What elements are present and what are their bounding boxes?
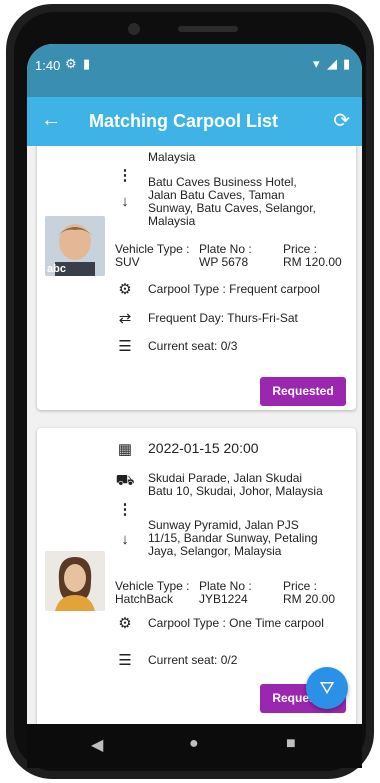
trip-datetime: 2022-01-15 20:00 <box>148 440 259 456</box>
nav-home-icon[interactable]: ● <box>189 735 199 753</box>
battery-icon: ▮ <box>343 56 351 71</box>
repeat-icon: ⇄ <box>118 310 132 327</box>
carpool-card[interactable]: Malaysia ⋮ ↓ Batu Caves Business Hotel, … <box>37 146 356 410</box>
seat-list-icon: ☰ <box>118 652 132 669</box>
driver-avatar: abc <box>45 216 105 276</box>
signal-icon: ◢ <box>327 56 337 71</box>
carpool-type: Carpool Type : One Time carpool <box>148 616 324 630</box>
screen: 1:40 ⚙ ▮ ▾ ◢ ▮ ← Matching Carpool List ⟳… <box>27 44 362 724</box>
driver-avatar <box>45 551 105 611</box>
vehicle-type-value: HatchBack <box>115 592 174 606</box>
svg-text:abc: abc <box>47 263 66 275</box>
page-title: Matching Carpool List <box>89 111 278 131</box>
dots-vertical-icon: ⋮ <box>117 501 133 518</box>
earpiece-speaker <box>178 26 238 32</box>
filter-fab[interactable]: ⛛ <box>306 667 348 709</box>
dots-vertical-icon: ⋮ <box>117 167 133 184</box>
pickup-address: Malaysia <box>148 150 196 164</box>
bus-icon: ⛟ <box>115 472 135 489</box>
app-bar: ← Matching Carpool List ⟳ <box>27 97 362 146</box>
sd-card-icon: ▮ <box>83 56 91 71</box>
calendar-icon: ▦ <box>117 441 133 458</box>
pickup-address: Skudai Parade, Jalan Skudai Batu 10, Sku… <box>148 471 323 498</box>
front-camera <box>128 23 140 35</box>
arrow-down-icon: ↓ <box>121 193 129 210</box>
filter-icon: ⛛ <box>319 678 335 698</box>
price-value: RM 120.00 <box>283 255 342 269</box>
seat-list-icon: ☰ <box>118 338 132 355</box>
current-seat: Current seat: 0/2 <box>148 653 238 667</box>
refresh-icon[interactable]: ⟳ <box>333 108 350 133</box>
carpool-list[interactable]: Malaysia ⋮ ↓ Batu Caves Business Hotel, … <box>27 146 362 724</box>
gear-icon: ⚙ <box>118 615 132 632</box>
settings-status-icon: ⚙ <box>65 56 77 71</box>
plate-value: JYB1224 <box>199 592 248 606</box>
plate-value: WP 5678 <box>199 255 249 269</box>
dropoff-address: Sunway Pyramid, Jalan PJS 11/15, Bandar … <box>148 518 318 558</box>
price-value: RM 20.00 <box>283 592 336 606</box>
android-nav-bar: ◀ ● ■ <box>27 724 362 768</box>
dropoff-address: Batu Caves Business Hotel, Jalan Batu Ca… <box>148 175 316 228</box>
requested-button[interactable]: Requested <box>260 377 346 406</box>
wifi-icon: ▾ <box>313 56 320 71</box>
arrow-down-icon: ↓ <box>121 531 129 548</box>
current-seat: Current seat: 0/3 <box>148 339 238 353</box>
frequent-day: Frequent Day: Thurs-Fri-Sat <box>148 311 298 325</box>
status-time: 1:40 <box>35 58 61 73</box>
nav-back-icon[interactable]: ◀ <box>91 735 103 755</box>
gear-icon: ⚙ <box>118 281 132 298</box>
carpool-type: Carpool Type : Frequent carpool <box>148 282 320 296</box>
status-bar: 1:40 ⚙ ▮ ▾ ◢ ▮ <box>27 44 362 97</box>
back-arrow-icon[interactable]: ← <box>41 109 61 132</box>
vehicle-type-value: SUV <box>115 255 140 269</box>
nav-recents-icon[interactable]: ■ <box>286 735 296 753</box>
